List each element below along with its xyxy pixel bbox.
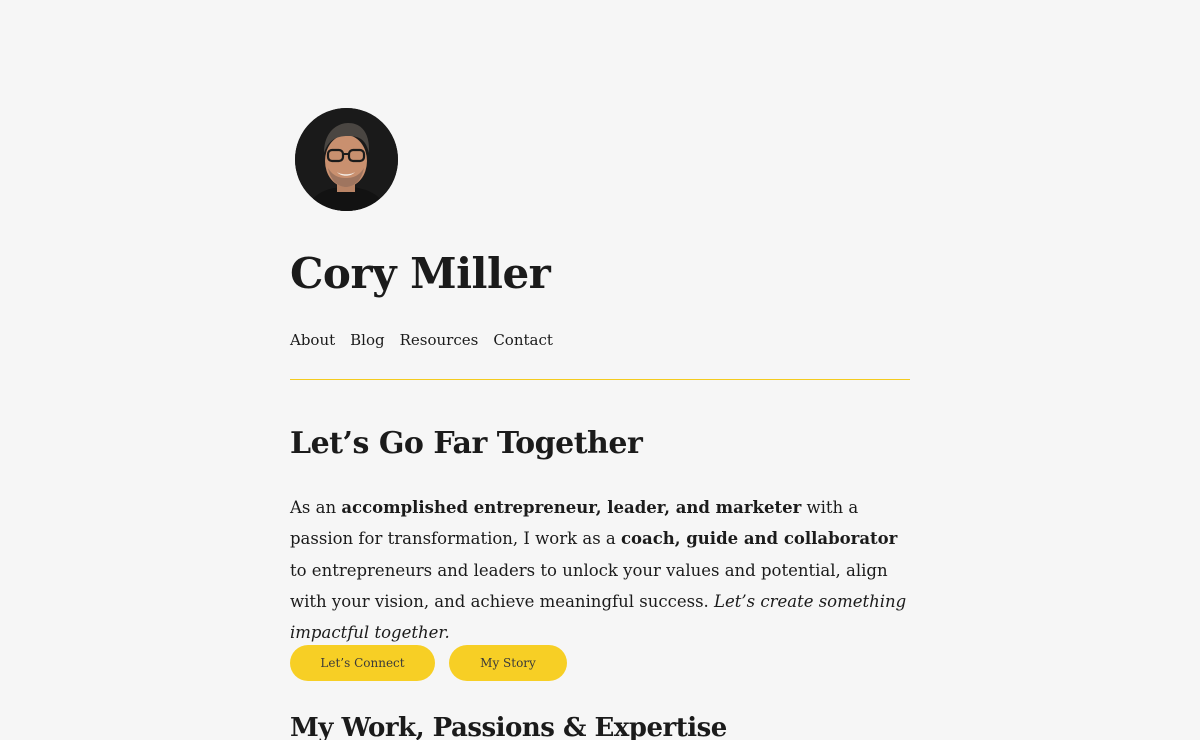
nav-item-resources[interactable]: Resources [400,329,479,351]
hero-buttons: Let’s Connect My Story [290,645,567,681]
avatar [295,108,398,211]
intro-text-1: As an [290,498,342,517]
header-divider [290,379,910,380]
nav-item-about[interactable]: About [290,329,335,351]
intro-bold-2: coach, guide and collaborator [621,529,898,549]
nav-item-blog[interactable]: Blog [350,329,384,351]
nav-item-contact[interactable]: Contact [493,329,553,351]
intro-bold-1: accomplished entrepreneur, leader, and m… [341,498,802,517]
page: Cory Miller About Blog Resources Contact… [0,0,1200,740]
hero-heading: Let’s Go Far Together [290,426,643,461]
lets-connect-button[interactable]: Let’s Connect [290,645,435,681]
my-story-button[interactable]: My Story [449,645,567,681]
main-nav: About Blog Resources Contact [290,329,568,351]
avatar-portrait-image [295,108,398,211]
section-heading: My Work, Passions & Expertise [290,713,727,740]
hero-intro: As an accomplished entrepreneur, leader,… [290,492,910,648]
site-title[interactable]: Cory Miller [290,244,551,304]
